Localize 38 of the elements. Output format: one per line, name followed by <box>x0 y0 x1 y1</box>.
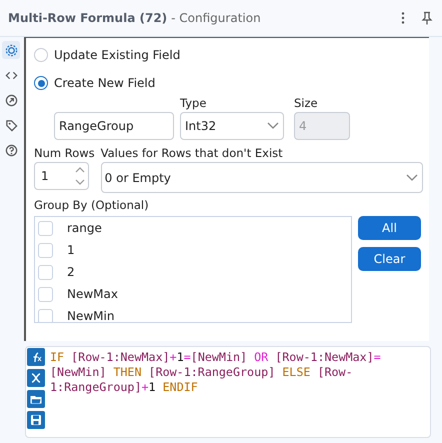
checkbox[interactable] <box>38 242 53 258</box>
arrow-circle-icon <box>4 94 18 106</box>
panel-subtitle: - Configuration <box>171 11 261 25</box>
radio-label[interactable]: Create New Field <box>54 76 156 90</box>
size-label: Size <box>294 96 319 112</box>
type-dropdown[interactable]: Int32 <box>180 112 284 140</box>
sidebar-tab[interactable] <box>2 41 20 59</box>
select-button[interactable]: Clear <box>358 247 421 271</box>
missing-values-label: Values for Rows that don't Exist <box>100 146 284 162</box>
settings-icon <box>4 44 18 56</box>
field-label[interactable]: 2 <box>67 265 75 279</box>
num-rows-spinner[interactable]: 1 <box>34 162 89 190</box>
chevron-down-icon <box>406 174 418 182</box>
field-label[interactable]: NewMin <box>67 309 114 322</box>
checkbox[interactable] <box>38 308 53 322</box>
group-by-label: Group By (Optional) <box>34 198 150 214</box>
select-button[interactable]: All <box>358 216 421 240</box>
field-label[interactable]: NewMax <box>67 287 118 301</box>
save-icon[interactable] <box>27 411 45 429</box>
type-label: Type <box>180 96 208 112</box>
variable-icon[interactable] <box>27 369 45 387</box>
checkbox[interactable] <box>38 286 53 302</box>
checkbox[interactable] <box>38 264 53 280</box>
field-name-input[interactable]: RangeGroup <box>54 112 174 140</box>
missing-values-dropdown[interactable]: 0 or Empty <box>100 162 423 193</box>
field-label[interactable]: 1 <box>67 243 75 257</box>
function-icon[interactable] <box>27 348 45 366</box>
pin-icon[interactable] <box>420 11 434 25</box>
field-label[interactable]: range <box>67 221 102 235</box>
panel-title: Multi-Row Formula (72) <box>8 11 168 25</box>
num-rows-label: Num Rows <box>34 146 95 162</box>
radio-label[interactable]: Update Existing Field <box>54 48 180 62</box>
chevron-down-icon <box>267 122 279 130</box>
radio-button[interactable] <box>34 76 48 90</box>
help-icon <box>4 144 18 156</box>
folder-icon[interactable] <box>27 390 45 408</box>
checkbox[interactable] <box>38 220 53 236</box>
tag-icon <box>4 118 18 132</box>
